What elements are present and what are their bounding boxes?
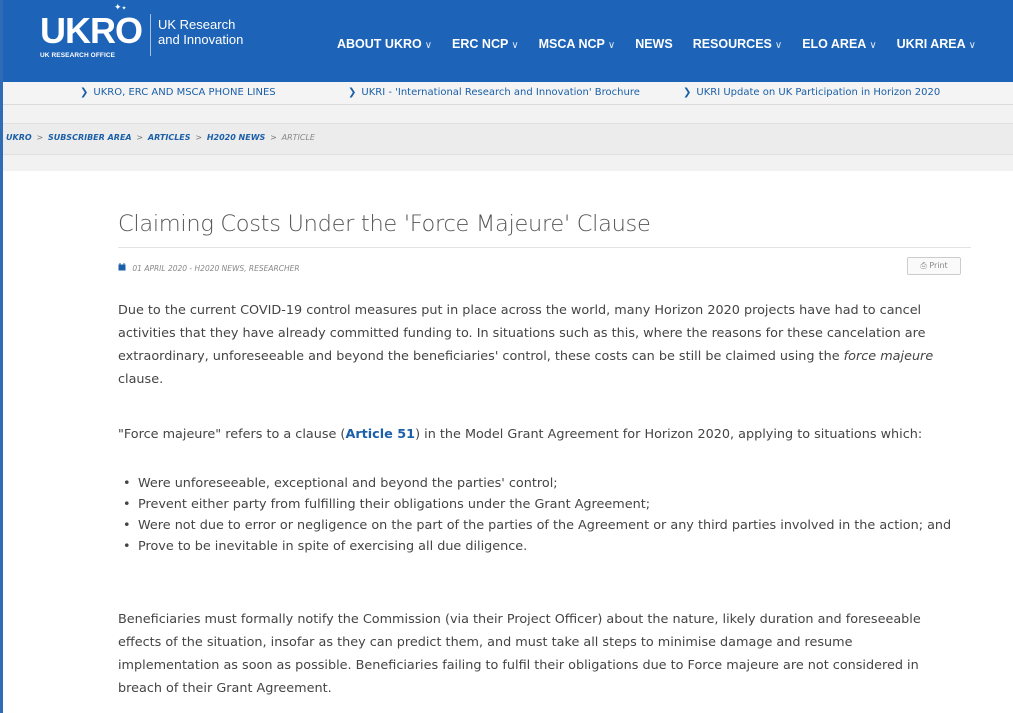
article-paragraph-1: Due to the current COVID-19 control meas…	[118, 299, 970, 391]
article-51-link[interactable]: Article 51	[345, 427, 415, 442]
nav-label: ABOUT UKRO	[337, 37, 422, 51]
nav-item-msca-ncp[interactable]: MSCA NCP ∨	[539, 37, 616, 51]
left-edge-bar	[0, 0, 3, 713]
quicklink-phone-lines[interactable]: ❯ UKRO, ERC AND MSCA PHONE LINES	[80, 87, 276, 98]
p1-end: clause.	[118, 372, 164, 387]
partner-line-1: UK Research	[158, 17, 236, 32]
chevron-down-icon: ∨	[607, 40, 616, 51]
bullet-icon: •	[123, 539, 131, 554]
list-item-text: Prove to be inevitable in spite of exerc…	[138, 539, 528, 554]
print-label: Print	[929, 261, 948, 270]
nav-label: ERC NCP	[452, 37, 509, 51]
chevron-right-icon: ❯	[80, 87, 89, 98]
nav-label: MSCA NCP	[538, 37, 605, 51]
chevron-down-icon: ∨	[968, 40, 976, 51]
chevron-down-icon: ∨	[424, 40, 433, 51]
nav-item-news[interactable]: NEWS	[635, 37, 673, 51]
list-item-text: Prevent either party from fulfilling the…	[138, 497, 651, 512]
breadcrumb-separator: >	[36, 133, 44, 142]
logo-divider	[150, 14, 151, 56]
calendar-icon	[118, 263, 128, 273]
nav-label: UKRI AREA	[896, 37, 966, 51]
breadcrumb-subscriber-area[interactable]: SUBSCRIBER AREA	[48, 133, 132, 142]
partner-logo[interactable]: UK Research and Innovation	[158, 17, 243, 47]
partner-line-2: and Innovation	[158, 32, 244, 47]
bullet-icon: •	[123, 518, 131, 533]
chevron-down-icon: ∨	[511, 40, 519, 51]
list-item-text: Were unforeseeable, exceptional and beyo…	[138, 476, 558, 491]
logo-stars-icon: ✦✦	[114, 3, 127, 13]
breadcrumb-separator: >	[270, 133, 277, 142]
nav-label: ELO AREA	[802, 37, 867, 51]
breadcrumb-separator: >	[195, 133, 203, 142]
article-date: 01 APRIL 2020	[132, 264, 188, 273]
p1-text: Due to the current COVID-19 control meas…	[118, 303, 926, 364]
force-majeure-conditions-list: • Were unforeseeable, exceptional and bey…	[118, 474, 958, 558]
p2-end: ) in the Model Grant Agreement for Horiz…	[415, 427, 923, 442]
list-item: • Were unforeseeable, exceptional and bey…	[118, 474, 958, 493]
article-title: Claiming Costs Under the 'Force Majeure'…	[118, 211, 651, 237]
article-paragraph-2: "Force majeure" refers to a clause (Arti…	[118, 423, 938, 446]
nav-item-erc-ncp[interactable]: ERC NCP ∨	[452, 37, 519, 51]
nav-item-about-ukro[interactable]: ABOUT UKRO ∨	[337, 37, 432, 51]
list-item: • Prove to be inevitable in spite of exer…	[118, 537, 958, 556]
nav-item-ukri-area[interactable]: UKRI AREA ∨	[897, 37, 976, 51]
logo-subtext: UK RESEARCH OFFICE	[40, 52, 116, 59]
breadcrumb-h2020-news[interactable]: H2020 NEWS	[207, 133, 266, 142]
article-content: Claiming Costs Under the 'Force Majeure'…	[3, 171, 1013, 713]
quicklink-label: UKRI - 'International Research and Innov…	[361, 87, 640, 98]
p1-emphasis: force majeure	[843, 349, 934, 364]
breadcrumb-separator: >	[136, 133, 144, 142]
chevron-right-icon: ❯	[348, 87, 357, 98]
article-categories[interactable]: H2020 NEWS, RESEARCHER	[195, 264, 300, 273]
quicklink-label: UKRI Update on UK Participation in Horiz…	[696, 87, 941, 98]
title-divider	[118, 247, 971, 248]
list-item: • Prevent either party from fulfilling th…	[118, 495, 958, 514]
breadcrumb-ukro[interactable]: UKRO	[6, 133, 32, 142]
article-paragraph-3: Beneficiaries must formally notify the C…	[118, 612, 921, 696]
list-item-text: Were not due to error or negligence on t…	[138, 518, 952, 533]
main-nav: ABOUT UKRO ∨ ERC NCP ∨ MSCA NCP ∨ NEWS RESO…	[337, 37, 976, 51]
breadcrumb-current: ARTICLE	[281, 133, 315, 142]
article-meta: 01 APRIL 2020 - H2020 NEWS, RESEARCHER	[118, 263, 300, 273]
nav-item-resources[interactable]: RESOURCES ∨	[693, 37, 783, 51]
nav-label: RESOURCES	[692, 37, 772, 51]
breadcrumb: UKRO > SUBSCRIBER AREA > ARTICLES > H202…	[6, 133, 315, 142]
list-item: • Were not due to error or negligence on …	[118, 516, 958, 535]
breadcrumb-articles[interactable]: ARTICLES	[148, 133, 191, 142]
breadcrumb-bar: UKRO > SUBSCRIBER AREA > ARTICLES > H202…	[3, 123, 1013, 155]
chevron-down-icon: ∨	[774, 40, 783, 51]
bullet-icon: •	[123, 476, 131, 491]
site-header: UKRO ✦✦ UK RESEARCH OFFICE UK Research a…	[0, 0, 1013, 82]
quicklinks-bar: ❯ UKRO, ERC AND MSCA PHONE LINES ❯ UKRI - …	[3, 82, 1013, 105]
quicklink-ukri-brochure[interactable]: ❯ UKRI - 'International Research and Inno…	[348, 87, 640, 98]
logo-wordmark: UKRO	[40, 10, 143, 51]
nav-item-elo-area[interactable]: ELO AREA ∨	[802, 37, 876, 51]
chevron-right-icon: ❯	[683, 87, 692, 98]
print-button[interactable]: ⎙ Print	[907, 257, 961, 275]
meta-separator: -	[187, 264, 195, 273]
quicklink-ukri-update[interactable]: ❯ UKRI Update on UK Participation in Hori…	[683, 87, 940, 98]
bullet-icon: •	[123, 497, 131, 512]
nav-label: NEWS	[635, 37, 673, 51]
quicklink-label: UKRO, ERC AND MSCA PHONE LINES	[93, 87, 276, 98]
chevron-down-icon: ∨	[869, 40, 877, 51]
printer-icon: ⎙	[920, 261, 927, 270]
p2-start: "Force majeure" refers to a clause (	[118, 427, 346, 442]
